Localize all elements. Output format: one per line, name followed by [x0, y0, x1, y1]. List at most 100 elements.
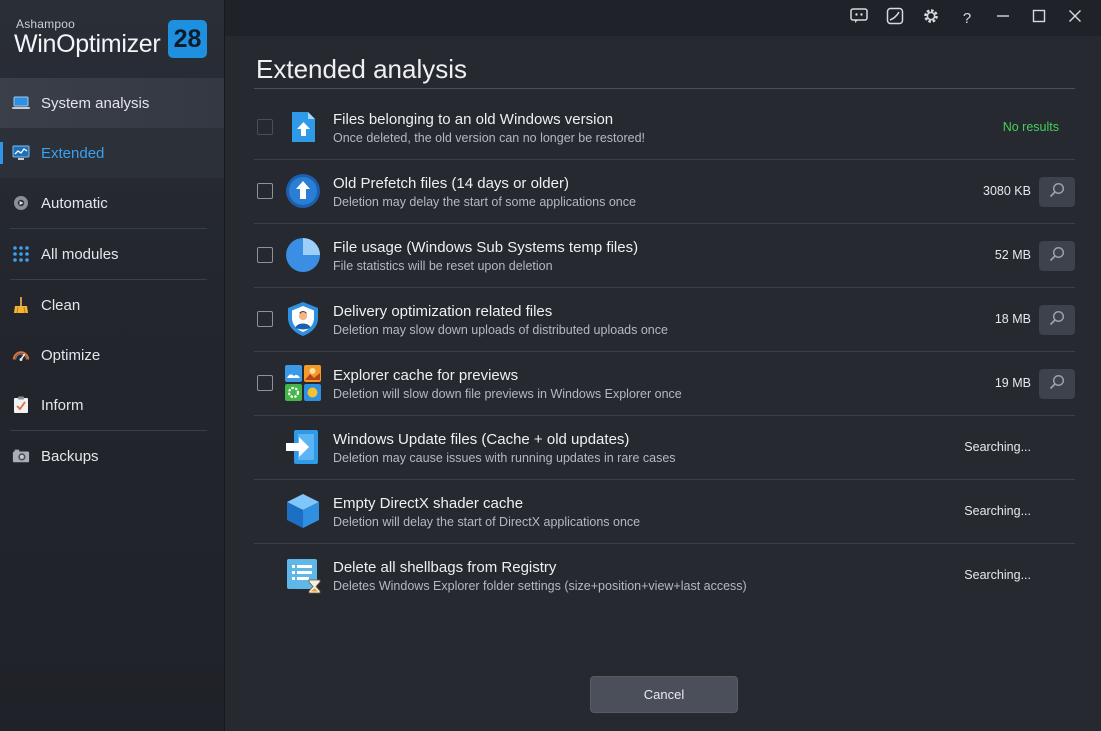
- search-icon: [1049, 246, 1065, 267]
- logo-vendor: Ashampoo: [16, 17, 75, 31]
- row-subtitle: Deletes Windows Explorer folder settings…: [333, 579, 747, 593]
- sidebar-item-inform[interactable]: Inform: [0, 380, 224, 430]
- list-item: Windows Update files (Cache + old update…: [254, 416, 1075, 480]
- row-status: 18 MB: [994, 312, 1031, 326]
- row-subtitle: Deletion may slow down uploads of distri…: [333, 323, 668, 337]
- settings-button[interactable]: [913, 6, 949, 30]
- row-status: 3080 KB: [983, 184, 1031, 198]
- image-tiles-icon: [284, 364, 322, 402]
- list-item: Explorer cache for previews Deletion wil…: [254, 352, 1075, 416]
- sidebar: Ashampoo WinOptimizer 28 System analysis…: [0, 0, 225, 731]
- close-button[interactable]: [1057, 6, 1093, 30]
- feedback-button[interactable]: [841, 6, 877, 30]
- main-panel: Extended analysis Files belonging to an …: [225, 36, 1101, 731]
- title-bar-controls: ?: [841, 6, 1093, 30]
- title-bar: ?: [225, 0, 1101, 36]
- help-button[interactable]: ?: [949, 6, 985, 30]
- sidebar-item-label: All modules: [41, 245, 119, 263]
- maximize-button[interactable]: [1021, 6, 1057, 30]
- list-item: Files belonging to an old Windows versio…: [254, 96, 1075, 160]
- search-icon: [1049, 374, 1065, 395]
- sidebar-item-system-analysis[interactable]: System analysis: [0, 78, 224, 128]
- row-status: Searching...: [964, 568, 1031, 582]
- registry-hourglass-icon: [284, 556, 322, 594]
- details-button[interactable]: [1039, 369, 1075, 399]
- list-item: Empty DirectX shader cache Deletion will…: [254, 480, 1075, 544]
- sidebar-nav: System analysis Extended Automatic All m…: [0, 78, 224, 481]
- sidebar-item-automatic[interactable]: Automatic: [0, 178, 224, 228]
- sidebar-item-label: Automatic: [41, 194, 108, 212]
- sidebar-item-backups[interactable]: Backups: [0, 431, 224, 481]
- sidebar-item-label: System analysis: [41, 94, 150, 112]
- skin-icon: [886, 7, 904, 29]
- row-checkbox[interactable]: [257, 183, 273, 199]
- row-subtitle: Deletion may delay the start of some app…: [333, 195, 636, 209]
- row-subtitle: Deletion will slow down file previews in…: [333, 387, 682, 401]
- row-title: Explorer cache for previews: [333, 367, 519, 384]
- row-checkbox[interactable]: [257, 311, 273, 327]
- laptop-icon: [12, 94, 30, 112]
- row-status: Searching...: [964, 440, 1031, 454]
- title-divider: [254, 88, 1075, 89]
- sidebar-item-label: Clean: [41, 296, 81, 314]
- row-title: File usage (Windows Sub Systems temp fil…: [333, 239, 639, 256]
- sidebar-item-label: Backups: [41, 447, 99, 465]
- details-button[interactable]: [1039, 241, 1075, 271]
- broom-icon: [12, 296, 30, 314]
- help-icon: ?: [962, 9, 972, 27]
- maximize-icon: [1032, 9, 1046, 27]
- details-button[interactable]: [1039, 305, 1075, 335]
- cancel-button[interactable]: Cancel: [590, 676, 738, 713]
- list-item: File usage (Windows Sub Systems temp fil…: [254, 224, 1075, 288]
- file-upload-icon: [284, 108, 322, 146]
- minimize-icon: [996, 9, 1010, 27]
- close-icon: [1068, 9, 1082, 27]
- sidebar-item-clean[interactable]: Clean: [0, 280, 224, 330]
- row-title: Windows Update files (Cache + old update…: [333, 431, 630, 448]
- speedometer-icon: [12, 346, 30, 364]
- monitor-chart-icon: [12, 144, 30, 162]
- search-icon: [1049, 310, 1065, 331]
- row-checkbox[interactable]: [257, 247, 273, 263]
- row-subtitle: Deletion may cause issues with running u…: [333, 451, 676, 465]
- row-status: 19 MB: [994, 376, 1031, 390]
- analysis-list: Files belonging to an old Windows versio…: [254, 96, 1075, 608]
- row-title: Empty DirectX shader cache: [333, 495, 524, 512]
- camera-icon: [12, 447, 30, 465]
- sidebar-item-optimize[interactable]: Optimize: [0, 330, 224, 380]
- settings-icon: [922, 7, 940, 29]
- row-checkbox: [257, 119, 273, 135]
- sidebar-item-label: Inform: [41, 396, 84, 414]
- shield-user-icon: [284, 300, 322, 338]
- search-icon: [1049, 182, 1065, 203]
- details-button[interactable]: [1039, 177, 1075, 207]
- skin-button[interactable]: [877, 6, 913, 30]
- row-subtitle: Once deleted, the old version can no lon…: [333, 131, 646, 145]
- feedback-icon: [850, 8, 868, 28]
- row-status: 52 MB: [994, 248, 1031, 262]
- row-subtitle: Deletion will delay the start of DirectX…: [333, 515, 641, 529]
- row-title: Delete all shellbags from Registry: [333, 559, 557, 576]
- clipboard-check-icon: [12, 396, 30, 414]
- minimize-button[interactable]: [985, 6, 1021, 30]
- logo-product: WinOptimizer: [14, 30, 161, 58]
- sidebar-item-label: Extended: [41, 144, 105, 162]
- row-subtitle: File statistics will be reset upon delet…: [333, 259, 553, 273]
- row-title: Old Prefetch files (14 days or older): [333, 175, 569, 192]
- sidebar-item-extended[interactable]: Extended: [0, 128, 224, 178]
- cube-icon: [284, 492, 322, 530]
- row-title: Delivery optimization related files: [333, 303, 553, 320]
- row-checkbox[interactable]: [257, 375, 273, 391]
- list-item: Delivery optimization related files Dele…: [254, 288, 1075, 352]
- row-title: Files belonging to an old Windows versio…: [333, 111, 614, 128]
- grid-icon: [12, 245, 30, 263]
- row-status: Searching...: [964, 504, 1031, 518]
- list-item: Delete all shellbags from Registry Delet…: [254, 544, 1075, 608]
- sidebar-item-label: Optimize: [41, 346, 101, 364]
- page-title: Extended analysis: [256, 54, 468, 84]
- upload-circle-icon: [284, 172, 322, 210]
- row-status: No results: [1002, 120, 1059, 134]
- pie-chart-icon: [284, 236, 322, 274]
- sidebar-item-all-modules[interactable]: All modules: [0, 229, 224, 279]
- gear-play-icon: [12, 194, 30, 212]
